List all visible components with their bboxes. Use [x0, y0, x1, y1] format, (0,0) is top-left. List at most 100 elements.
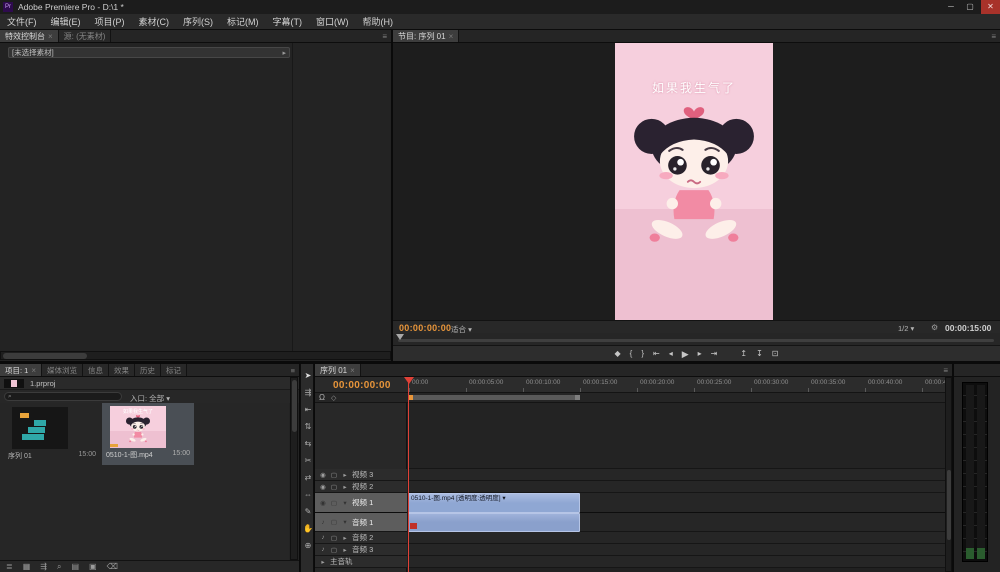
- timeline-video-clip[interactable]: 0510-1-图.mp4 [透明度:透明度] ▾: [408, 493, 580, 513]
- tab-media-browser[interactable]: 媒体浏览: [42, 364, 83, 376]
- work-area-end-handle[interactable]: [575, 395, 580, 400]
- toggle-track-output-icon[interactable]: ◉: [319, 499, 327, 507]
- effect-controls-clip-header[interactable]: [未选择素材] ▸: [8, 47, 290, 58]
- pen-tool[interactable]: ✎: [301, 504, 315, 519]
- menu-item-project[interactable]: 项目(P): [88, 15, 132, 28]
- zoom-tool[interactable]: ⊕: [301, 538, 315, 553]
- work-area-bar[interactable]: [408, 395, 580, 400]
- timeline-timecode[interactable]: 00:00:00:00: [333, 380, 391, 391]
- track-lane-master[interactable]: [408, 556, 946, 568]
- track-header-audio-2[interactable]: ♪ ▢ ▸ 音频 2: [315, 532, 407, 544]
- clip-thumbnail[interactable]: 如果我生气了: [110, 406, 166, 448]
- track-header-video-3[interactable]: ◉ ▢ ▸ 视频 3: [315, 469, 407, 481]
- lift-button[interactable]: ↥: [740, 347, 747, 361]
- vscrollbar-thumb[interactable]: [292, 380, 297, 432]
- list-view-button[interactable]: ≣: [6, 562, 13, 571]
- project-item-clip[interactable]: 如果我生气了 0510-1-图.mp4 15:00: [102, 403, 194, 465]
- track-header-audio-3[interactable]: ♪ ▢ ▸ 音频 3: [315, 544, 407, 556]
- collapse-track-icon[interactable]: ▸: [341, 471, 349, 479]
- track-lock-icon[interactable]: ▢: [330, 499, 338, 507]
- minimize-button[interactable]: ─: [942, 0, 960, 14]
- tab-history[interactable]: 历史: [135, 364, 161, 376]
- collapse-track-icon[interactable]: ▸: [341, 483, 349, 491]
- toggle-track-output-icon[interactable]: ◉: [319, 471, 327, 479]
- track-lane-video-3[interactable]: [408, 469, 946, 481]
- track-lane-video-2[interactable]: [408, 481, 946, 493]
- add-marker-button[interactable]: ◆: [615, 347, 621, 361]
- tab-program-monitor[interactable]: 节目: 序列 01 ×: [393, 30, 459, 42]
- tab-info[interactable]: 信息: [83, 364, 109, 376]
- hand-tool[interactable]: ✋: [301, 521, 315, 536]
- settings-wrench-icon[interactable]: ⚙: [931, 323, 938, 332]
- tab-source-monitor[interactable]: 源: (无素材): [59, 30, 112, 42]
- project-item-sequence[interactable]: 序列 01 15:00: [4, 404, 100, 464]
- step-back-button[interactable]: ◂: [669, 347, 673, 361]
- extract-button[interactable]: ↧: [756, 347, 763, 361]
- play-button[interactable]: ▶: [682, 347, 689, 361]
- track-lane-audio-2[interactable]: [408, 532, 946, 544]
- track-header-master[interactable]: ▸ 主音轨: [315, 556, 407, 568]
- new-bin-button[interactable]: ▤: [71, 562, 79, 571]
- search-input[interactable]: [14, 393, 118, 400]
- menu-item-sequence[interactable]: 序列(S): [176, 15, 220, 28]
- icon-view-button[interactable]: ▦: [23, 562, 31, 571]
- tab-effect-controls[interactable]: 特效控制台 ×: [0, 30, 59, 42]
- close-button[interactable]: ✕: [981, 0, 1000, 14]
- playhead-caret[interactable]: [404, 377, 414, 384]
- panel-menu-icon[interactable]: ≡: [987, 30, 1000, 42]
- ripple-edit-tool[interactable]: ⇤: [301, 402, 315, 417]
- panel-menu-icon[interactable]: ≡: [378, 30, 391, 42]
- toggle-track-mute-icon[interactable]: ♪: [319, 519, 327, 526]
- panel-menu-icon[interactable]: ≡: [287, 364, 299, 376]
- menu-item-title[interactable]: 字幕(T): [266, 15, 310, 28]
- toggle-track-mute-icon[interactable]: ♪: [319, 534, 327, 541]
- timeline-audio-clip[interactable]: [408, 513, 580, 532]
- track-lock-icon[interactable]: ▢: [330, 534, 338, 542]
- slip-tool[interactable]: ⇄: [301, 470, 315, 485]
- program-playhead-marker[interactable]: [396, 334, 404, 340]
- track-lock-icon[interactable]: ▢: [330, 471, 338, 479]
- effect-controls-hscrollbar[interactable]: [0, 351, 391, 360]
- rolling-edit-tool[interactable]: ⇅: [301, 419, 315, 434]
- goto-in-button[interactable]: ⇤: [653, 347, 660, 361]
- tab-effects[interactable]: 效果: [109, 364, 135, 376]
- maximize-button[interactable]: ▢: [961, 0, 979, 14]
- clear-button[interactable]: ⌫: [107, 562, 118, 571]
- program-timecode[interactable]: 00:00:00:00: [399, 323, 451, 333]
- timeline-vscrollbar[interactable]: [945, 377, 952, 572]
- menu-item-file[interactable]: 文件(F): [0, 15, 44, 28]
- razor-tool[interactable]: ✂: [301, 453, 315, 468]
- tab-close-icon[interactable]: ×: [31, 366, 36, 375]
- tab-project[interactable]: 项目: 1 ×: [0, 364, 42, 376]
- vscrollbar-thumb[interactable]: [947, 470, 951, 540]
- collapse-track-icon[interactable]: ▾: [341, 518, 349, 526]
- goto-out-button[interactable]: ⇥: [711, 347, 718, 361]
- export-frame-button[interactable]: ⊡: [772, 347, 779, 361]
- set-marker-icon[interactable]: ◇: [331, 394, 336, 402]
- sequence-thumbnail[interactable]: [12, 407, 68, 449]
- automate-to-sequence-button[interactable]: ⇶: [40, 562, 47, 571]
- search-box[interactable]: ⌕: [4, 392, 122, 401]
- track-lock-icon[interactable]: ▢: [330, 518, 338, 526]
- track-header-audio-1[interactable]: ♪ ▢ ▾ 音频 1: [315, 513, 407, 532]
- menu-item-marker[interactable]: 标记(M): [220, 15, 266, 28]
- chevron-right-icon[interactable]: ▸: [282, 49, 286, 57]
- new-item-button[interactable]: ▣: [89, 562, 97, 571]
- collapse-track-icon[interactable]: ▸: [341, 534, 349, 542]
- collapse-track-icon[interactable]: ▾: [341, 499, 349, 507]
- track-lock-icon[interactable]: ▢: [330, 483, 338, 491]
- hscrollbar-thumb[interactable]: [3, 353, 87, 359]
- track-lane-audio-3[interactable]: [408, 544, 946, 556]
- slide-tool[interactable]: ⇔: [301, 487, 315, 502]
- tab-markers[interactable]: 标记: [161, 364, 187, 376]
- menu-item-edit[interactable]: 编辑(E): [44, 15, 88, 28]
- track-select-tool[interactable]: ⇶: [301, 385, 315, 400]
- rate-stretch-tool[interactable]: ⇆: [301, 436, 315, 451]
- playhead-line[interactable]: [408, 377, 409, 572]
- project-vscrollbar[interactable]: [290, 377, 298, 560]
- mark-out-button[interactable]: }: [641, 347, 644, 361]
- tab-sequence-01[interactable]: 序列 01 ×: [315, 364, 361, 376]
- toggle-track-output-icon[interactable]: ◉: [319, 483, 327, 491]
- program-scrubber-track[interactable]: [398, 339, 994, 342]
- track-header-video-1[interactable]: ◉ ▢ ▾ 视频 1: [315, 493, 407, 513]
